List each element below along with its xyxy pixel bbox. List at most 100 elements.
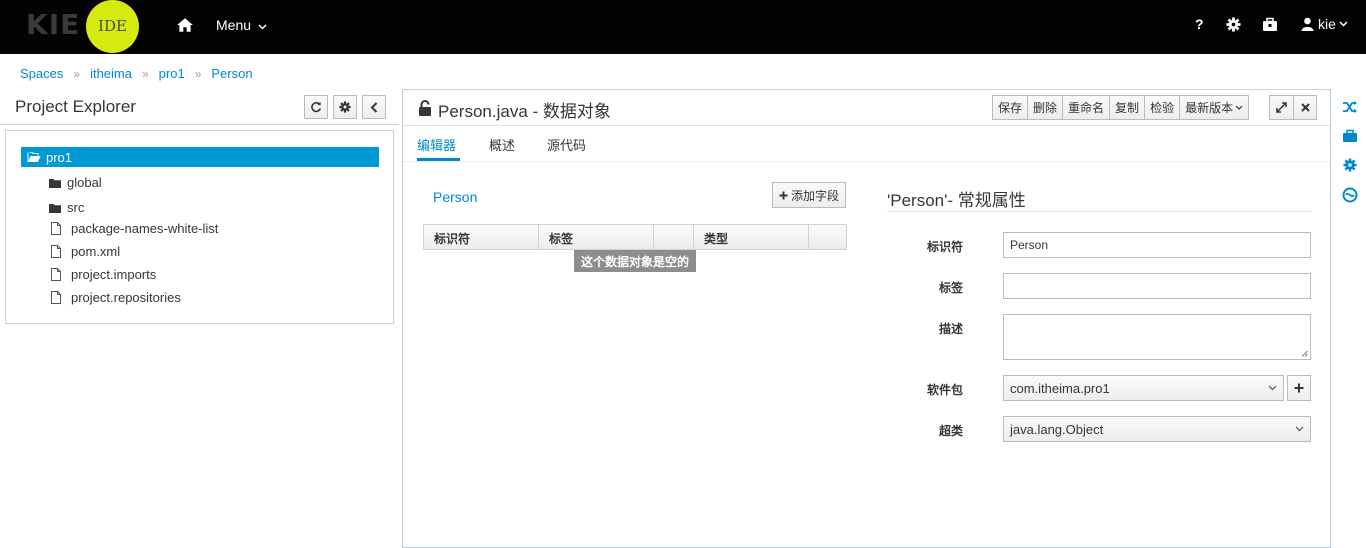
tree-item-label: project.repositories	[71, 290, 181, 305]
add-field-label: 添加字段	[791, 188, 840, 203]
shuffle-icon[interactable]	[1342, 99, 1358, 115]
chevron-down-icon	[1235, 105, 1243, 110]
ide-logo: IDE	[86, 0, 139, 53]
breadcrumb-pro1[interactable]: pro1	[159, 66, 185, 81]
chevron-left-icon	[370, 101, 378, 113]
tab-overview[interactable]: 概述	[489, 135, 515, 154]
gear-icon[interactable]	[1342, 157, 1358, 173]
briefcase-icon[interactable]	[1262, 17, 1278, 32]
delete-button[interactable]: 删除	[1027, 95, 1064, 120]
active-tab-indicator	[417, 158, 460, 161]
tree-item-label: global	[67, 175, 102, 190]
chevron-down-icon	[1295, 426, 1304, 432]
tree-item-label: package-names-white-list	[71, 221, 219, 236]
description-textarea[interactable]	[1003, 314, 1311, 360]
superclass-select[interactable]: java.lang.Object	[1003, 416, 1311, 442]
package-select[interactable]: com.itheima.pro1	[1003, 375, 1284, 401]
editor-title: Person.java - 数据对象	[438, 102, 611, 121]
refresh-button[interactable]	[304, 95, 328, 119]
project-tree: pro1 global src package-names-white-list…	[5, 130, 394, 324]
breadcrumb-separator: »	[141, 67, 149, 81]
file-icon	[51, 268, 61, 281]
chevron-down-icon	[258, 24, 267, 30]
drools-icon[interactable]	[1342, 187, 1358, 203]
top-navbar: KIE IDE Menu ? kie	[0, 0, 1366, 54]
object-name-link[interactable]: Person	[433, 189, 477, 205]
file-icon	[51, 291, 61, 304]
latest-version-dropdown[interactable]: 最新版本	[1179, 95, 1250, 120]
briefcase-icon[interactable]	[1342, 128, 1358, 144]
refresh-icon	[311, 101, 322, 113]
home-icon[interactable]	[176, 16, 194, 34]
tree-item-label: src	[67, 200, 85, 215]
label-label: 标签	[938, 281, 963, 295]
fields-table-header: 标识符 标签 类型	[423, 224, 847, 250]
tree-item-label: project.imports	[71, 267, 157, 282]
tab-editor[interactable]: 编辑器	[417, 135, 456, 154]
save-button[interactable]: 保存	[992, 95, 1029, 120]
close-button[interactable]	[1293, 95, 1317, 120]
copy-button[interactable]: 复制	[1109, 95, 1146, 120]
breadcrumb-spaces[interactable]: Spaces	[20, 66, 63, 81]
properties-title: 'Person'- 常规属性	[887, 191, 1026, 210]
column-label[interactable]: 标签	[549, 230, 573, 247]
menu-label: Menu	[216, 17, 252, 33]
description-label: 描述	[938, 322, 963, 336]
user-menu[interactable]: kie	[1301, 16, 1348, 32]
kie-logo: KIE	[26, 8, 81, 41]
editor-panel: Person.java - 数据对象 保存 删除 重命名 复制 检验 最新版本	[402, 89, 1331, 548]
tree-item-project-repositories[interactable]: project.repositories	[51, 290, 181, 305]
lock-open-icon	[419, 100, 431, 116]
gear-icon[interactable]	[1226, 17, 1241, 32]
breadcrumb-person[interactable]: Person	[211, 66, 252, 81]
tree-item-src[interactable]: src	[49, 200, 84, 215]
file-icon	[51, 222, 61, 235]
column-divider	[693, 225, 694, 249]
tab-source[interactable]: 源代码	[547, 135, 586, 154]
folder-open-icon	[27, 152, 41, 162]
column-identifier[interactable]: 标识符	[434, 230, 470, 247]
column-type[interactable]: 类型	[704, 230, 728, 247]
menu-dropdown[interactable]: Menu	[216, 17, 267, 33]
expand-icon	[1276, 102, 1287, 113]
identifier-label: 标识符	[926, 240, 963, 254]
properties-divider	[887, 211, 1311, 212]
user-label: kie	[1318, 16, 1336, 32]
breadcrumb-separator: »	[194, 67, 202, 81]
tree-item-label: pro1	[46, 150, 73, 165]
tree-item-pom-xml[interactable]: pom.xml	[51, 244, 120, 259]
empty-table-message: 这个数据对象是空的	[574, 250, 697, 272]
package-value: com.itheima.pro1	[1010, 380, 1110, 396]
breadcrumb-itheima[interactable]: itheima	[90, 66, 132, 81]
identifier-input[interactable]: Person	[1003, 232, 1311, 258]
editor-tabs: 编辑器 概述 源代码	[403, 126, 1330, 162]
collapse-button[interactable]	[362, 95, 386, 119]
add-package-button[interactable]	[1287, 375, 1311, 401]
maximize-button[interactable]	[1269, 95, 1294, 120]
rename-button[interactable]: 重命名	[1062, 95, 1111, 120]
editor-toolbar: 保存 删除 重命名 复制 检验 最新版本	[992, 95, 1250, 120]
tree-item-label: pom.xml	[71, 244, 121, 259]
right-docks	[1336, 89, 1366, 548]
tree-item-pro1[interactable]: pro1	[21, 147, 379, 167]
tree-item-project-imports[interactable]: project.imports	[51, 267, 156, 282]
column-divider	[653, 225, 654, 249]
superclass-label: 超类	[938, 424, 963, 438]
help-button[interactable]: ?	[1195, 16, 1204, 32]
tree-item-package-names-white-list[interactable]: package-names-white-list	[51, 221, 218, 236]
plus-icon	[779, 191, 788, 199]
validate-button[interactable]: 检验	[1144, 95, 1181, 120]
latest-version-label: 最新版本	[1185, 101, 1234, 115]
breadcrumb: Spaces » itheima » pro1 » Person	[20, 66, 253, 81]
add-field-button[interactable]: 添加字段	[772, 182, 847, 208]
chevron-down-icon	[1268, 385, 1277, 391]
window-controls	[1269, 95, 1317, 120]
column-divider	[538, 225, 539, 249]
settings-button[interactable]	[333, 95, 357, 119]
tree-item-global[interactable]: global	[49, 175, 102, 190]
superclass-value: java.lang.Object	[1010, 421, 1104, 437]
resize-handle-icon[interactable]	[1301, 350, 1308, 357]
breadcrumb-separator: »	[73, 67, 81, 81]
gear-icon	[339, 101, 351, 113]
label-input[interactable]	[1003, 273, 1311, 299]
